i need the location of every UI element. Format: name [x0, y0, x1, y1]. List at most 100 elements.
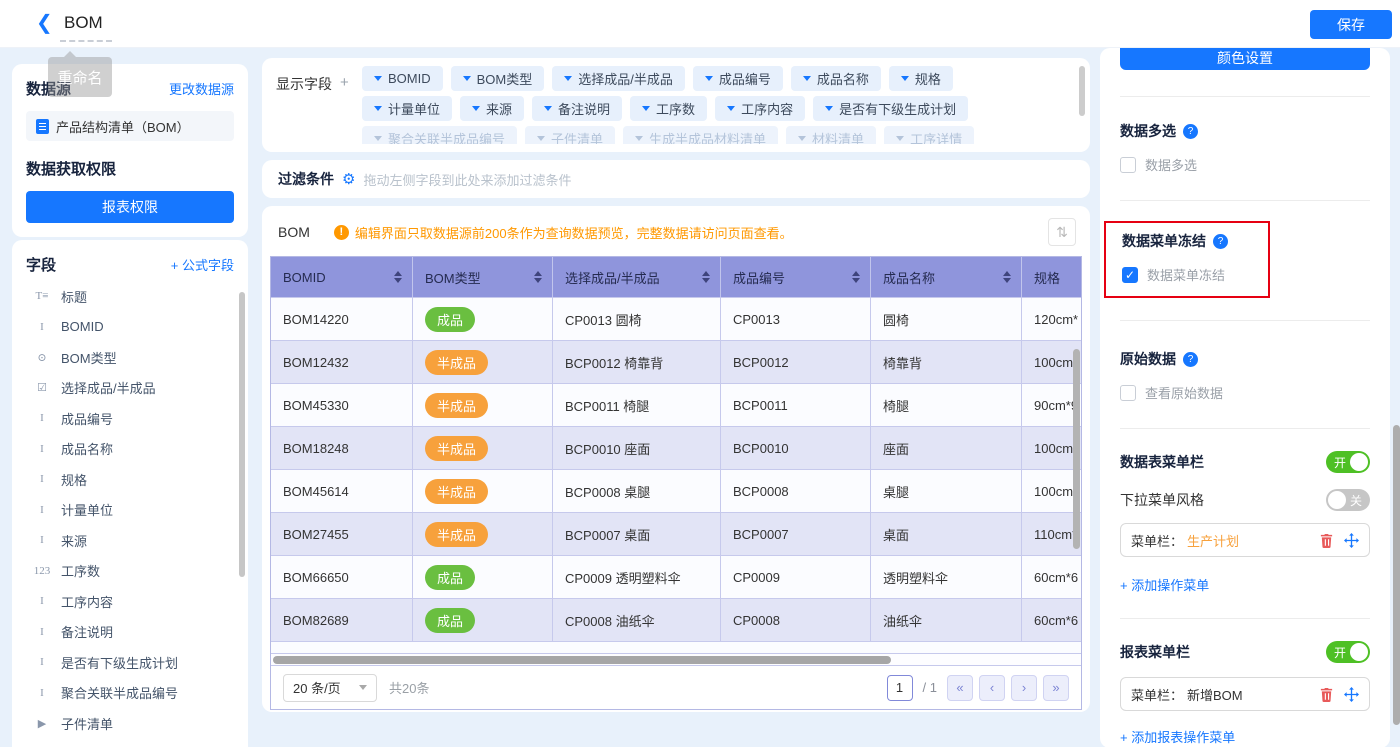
field-item[interactable]: IBOMID — [26, 312, 234, 343]
back-button[interactable]: ❮ — [36, 13, 58, 35]
next-page-button[interactable]: › — [1011, 675, 1037, 701]
help-icon[interactable]: ? — [1213, 234, 1228, 249]
column-header[interactable]: 成品编号 — [721, 257, 871, 297]
dropdown-style-toggle[interactable]: 关 — [1326, 489, 1370, 511]
field-item[interactable]: I聚合关联半成品编号 — [26, 678, 234, 709]
chevron-down-icon — [374, 136, 382, 141]
chips-scrollbar[interactable] — [1079, 66, 1085, 116]
chip-label: 聚合关联半成品编号 — [388, 129, 505, 144]
display-field-chip[interactable]: 工序内容 — [715, 96, 805, 121]
display-field-chip[interactable]: 工序数 — [630, 96, 707, 121]
checkbox-icon: ☑ — [32, 381, 52, 394]
text-icon: I — [32, 687, 52, 699]
report-menu-toggle[interactable]: 开 — [1326, 641, 1370, 663]
report-permission-button[interactable]: 报表权限 — [26, 191, 234, 223]
field-item[interactable]: I成品编号 — [26, 403, 234, 434]
display-field-chip[interactable]: 规格 — [889, 66, 953, 91]
column-header[interactable]: 成品名称 — [871, 257, 1022, 297]
help-icon[interactable]: ? — [1183, 124, 1198, 139]
horizontal-scrollbar[interactable] — [271, 653, 1081, 665]
page-title[interactable]: BOM — [64, 13, 103, 33]
cell-bomid: BOM14220 — [271, 298, 413, 340]
field-item[interactable]: I是否有下级生成计划 — [26, 647, 234, 678]
multi-select-title: 数据多选 — [1120, 121, 1176, 141]
page-scrollbar[interactable] — [1393, 425, 1400, 725]
datasource-item[interactable]: 产品结构清单（BOM） — [26, 111, 234, 141]
chevron-down-icon — [825, 106, 833, 111]
chevron-down-icon — [901, 76, 909, 81]
field-item[interactable]: 123工序数 — [26, 556, 234, 587]
vertical-scrollbar[interactable] — [1073, 349, 1080, 549]
menu-freeze-checkbox[interactable]: ✓ — [1122, 267, 1138, 283]
column-header[interactable]: BOMID — [271, 257, 413, 297]
menu-item-row[interactable]: 菜单栏： 生产计划 — [1120, 523, 1370, 557]
display-field-chip[interactable]: 选择成品/半成品 — [552, 66, 685, 91]
column-header[interactable]: BOM类型 — [413, 257, 553, 297]
field-label: 子件清单 — [61, 714, 113, 733]
field-item[interactable]: ⊙BOM类型 — [26, 342, 234, 373]
move-icon[interactable] — [1344, 533, 1359, 548]
field-item[interactable]: I来源 — [26, 525, 234, 556]
cell-code: CP0013 — [721, 298, 871, 340]
display-field-chip[interactable]: BOMID — [362, 66, 443, 91]
page-size-select[interactable]: 20 条/页 — [283, 674, 377, 702]
report-menu-title: 报表菜单栏 — [1120, 642, 1190, 662]
last-page-button[interactable]: » — [1043, 675, 1069, 701]
sort-order-button[interactable]: ⇅ — [1048, 218, 1076, 246]
add-display-field-button[interactable]: + — [340, 74, 349, 91]
move-icon[interactable] — [1344, 687, 1359, 702]
add-formula-field-link[interactable]: + 公式字段 — [171, 255, 234, 274]
help-icon[interactable]: ? — [1183, 352, 1198, 367]
field-item[interactable]: T≡标题 — [26, 281, 234, 312]
table-row: BOM45614半成品BCP0008 桌腿BCP0008桌腿100cm* — [271, 469, 1081, 512]
cell-select: CP0013 圆椅 — [553, 298, 721, 340]
dropdown-style-label: 下拉菜单风格 — [1120, 490, 1204, 510]
gear-icon[interactable]: ⚙ — [342, 172, 355, 187]
cell-select: BCP0008 桌腿 — [553, 470, 721, 512]
type-badge: 半成品 — [425, 393, 488, 418]
field-item[interactable]: ☑选择成品/半成品 — [26, 373, 234, 404]
color-settings-button[interactable]: 颜色设置 — [1120, 48, 1370, 70]
display-field-chip[interactable]: 成品名称 — [791, 66, 881, 91]
display-field-chip[interactable]: 计量单位 — [362, 96, 452, 121]
field-label: 是否有下级生成计划 — [61, 653, 178, 672]
field-item[interactable]: I成品名称 — [26, 434, 234, 465]
display-field-chip[interactable]: 成品编号 — [693, 66, 783, 91]
text-icon: I — [32, 443, 52, 455]
add-report-menu-link[interactable]: + 添加报表操作菜单 — [1120, 727, 1235, 746]
type-badge: 半成品 — [425, 479, 488, 504]
add-action-menu-link[interactable]: + 添加操作菜单 — [1120, 575, 1209, 594]
cell-select: CP0008 油纸伞 — [553, 599, 721, 641]
first-page-button[interactable]: « — [947, 675, 973, 701]
field-item[interactable]: I规格 — [26, 464, 234, 495]
type-badge: 半成品 — [425, 436, 488, 461]
menu-item-row[interactable]: 菜单栏： 新增BOM — [1120, 677, 1370, 711]
field-label: 计量单位 — [61, 500, 113, 519]
chevron-down-icon — [472, 106, 480, 111]
field-item[interactable]: ▶子件清单 — [26, 708, 234, 739]
display-field-chip[interactable]: 是否有下级生成计划 — [813, 96, 968, 121]
trash-icon[interactable] — [1319, 533, 1334, 548]
raw-data-checkbox[interactable]: ✓ — [1120, 385, 1136, 401]
column-header-label: BOMID — [283, 270, 326, 285]
table-menu-toggle[interactable]: 开 — [1326, 451, 1370, 473]
column-header[interactable]: 规格 — [1022, 257, 1082, 297]
save-button[interactable]: 保存 — [1310, 10, 1392, 39]
column-header[interactable]: 选择成品/半成品 — [553, 257, 721, 297]
page-input[interactable]: 1 — [887, 675, 913, 701]
field-item[interactable]: I备注说明 — [26, 617, 234, 648]
trash-icon[interactable] — [1319, 687, 1334, 702]
field-item[interactable]: I计量单位 — [26, 495, 234, 526]
multi-select-checkbox[interactable]: ✓ — [1120, 157, 1136, 173]
chip-label: 是否有下级生成计划 — [839, 99, 956, 118]
change-datasource-link[interactable]: 更改数据源 — [169, 79, 234, 98]
prev-page-button[interactable]: ‹ — [979, 675, 1005, 701]
display-field-chip[interactable]: BOM类型 — [451, 66, 545, 91]
cell-code: BCP0010 — [721, 427, 871, 469]
cell-code: BCP0012 — [721, 341, 871, 383]
display-field-chip[interactable]: 备注说明 — [532, 96, 622, 121]
fields-scrollbar[interactable] — [239, 292, 245, 577]
display-field-chip[interactable]: 来源 — [460, 96, 524, 121]
field-item[interactable]: I工序内容 — [26, 586, 234, 617]
chip-label: 工序数 — [656, 99, 695, 118]
